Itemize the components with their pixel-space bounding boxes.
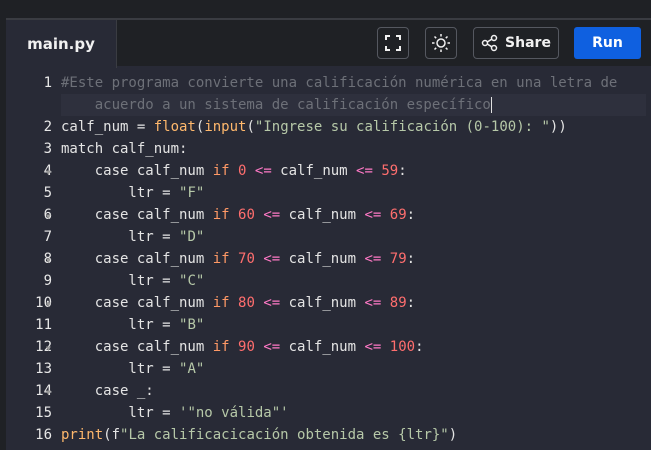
fold-toggle-icon[interactable]: ▼ <box>46 256 51 265</box>
top-strip <box>0 0 651 18</box>
line-number: 1 <box>43 75 52 91</box>
code-line[interactable]: case calf_num if 90 <= calf_num <= 100: <box>61 336 424 358</box>
line-number: 3 <box>43 141 52 157</box>
line-number: 5 <box>43 185 52 201</box>
line-number: 13 <box>35 361 52 377</box>
code-line[interactable]: ltr = "C" <box>61 270 204 292</box>
line-number: 15 <box>35 405 52 421</box>
line-number: 9 <box>43 273 52 289</box>
share-button[interactable]: Share <box>473 27 559 59</box>
code-line[interactable]: case calf_num if 70 <= calf_num <= 79: <box>61 248 415 270</box>
code-line[interactable]: print(f"La calificacicación obtenida es … <box>61 424 457 446</box>
line-number: 11 <box>35 317 52 333</box>
run-button[interactable]: Run <box>574 27 641 59</box>
line-number: 7 <box>43 229 52 245</box>
code-line[interactable]: case calf_num if 60 <= calf_num <= 69: <box>61 204 415 226</box>
toolbar: main.py Share Run <box>6 18 651 68</box>
fullscreen-button[interactable] <box>377 27 409 59</box>
sun-icon <box>432 34 450 52</box>
editor-window: main.py Share Run 1 #Este programa convi… <box>6 18 651 450</box>
code-line[interactable]: ltr = '"no válida"' <box>61 402 288 424</box>
code-line[interactable]: acuerdo a un sistema de calificación esp… <box>61 94 646 116</box>
code-line[interactable]: ltr = "A" <box>61 358 204 380</box>
code-line[interactable]: calf_num = float(input("Ingrese su calif… <box>61 116 567 138</box>
line-number: 16 <box>35 427 52 443</box>
fold-toggle-icon[interactable]: ▼ <box>46 344 51 353</box>
code-line[interactable]: match calf_num: <box>61 138 187 160</box>
share-icon <box>481 34 498 52</box>
fold-toggle-icon[interactable]: ▼ <box>46 212 51 221</box>
code-line[interactable]: ltr = "B" <box>61 314 204 336</box>
tab-main-py[interactable]: main.py <box>6 20 117 68</box>
text-cursor <box>490 97 492 113</box>
theme-toggle-button[interactable] <box>425 27 457 59</box>
code-line[interactable]: case calf_num if 0 <= calf_num <= 59: <box>61 160 407 182</box>
fold-toggle-icon[interactable]: ▼ <box>46 300 51 309</box>
code-line[interactable]: ltr = "D" <box>61 226 204 248</box>
fullscreen-icon <box>385 35 401 51</box>
code-line[interactable]: case calf_num if 80 <= calf_num <= 89: <box>61 292 415 314</box>
code-line[interactable]: ltr = "F" <box>61 182 204 204</box>
share-label: Share <box>505 35 551 51</box>
code-line[interactable]: case _: <box>61 380 154 402</box>
fold-toggle-icon[interactable]: ▼ <box>46 168 51 177</box>
code-line[interactable]: #Este programa convierte una calificació… <box>61 72 617 94</box>
line-number: 2 <box>43 119 52 135</box>
fold-toggle-icon[interactable]: ▼ <box>46 388 51 397</box>
